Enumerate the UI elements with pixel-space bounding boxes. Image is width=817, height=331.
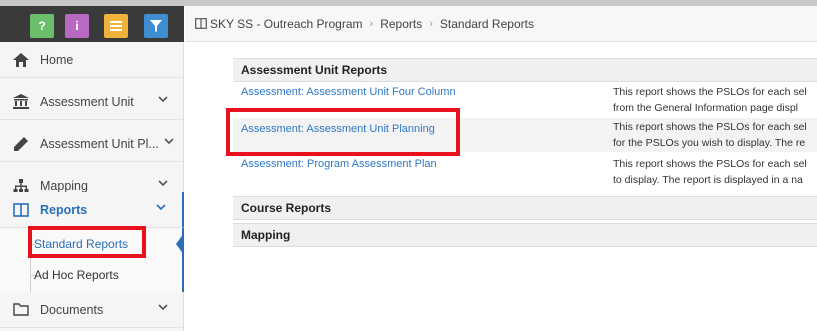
report-link-program-assessment-plan[interactable]: Assessment: Program Assessment Plan bbox=[241, 158, 437, 170]
sitemap-icon bbox=[12, 178, 30, 193]
book-icon bbox=[12, 202, 30, 217]
chevron-down-icon bbox=[164, 138, 174, 145]
breadcrumb: SKY SS - Outreach Program › Reports › St… bbox=[185, 6, 817, 42]
list-button[interactable] bbox=[104, 14, 128, 38]
report-link-four-column[interactable]: Assessment: Assessment Unit Four Column bbox=[241, 86, 456, 98]
highlight-box bbox=[226, 108, 460, 156]
sidebar-item-label: Mapping bbox=[40, 178, 88, 193]
filter-icon bbox=[150, 20, 162, 32]
pencil-icon bbox=[12, 136, 30, 151]
help-button[interactable]: ? bbox=[30, 14, 54, 38]
sidebar-item-label: Home bbox=[40, 52, 74, 67]
section-mapping[interactable]: Mapping bbox=[233, 223, 817, 247]
sidebar-item-assessment-unit-planning[interactable]: Assessment Unit Pl... bbox=[0, 126, 184, 162]
list-icon bbox=[110, 21, 122, 31]
sidebar-item-reports[interactable]: Reports bbox=[0, 192, 184, 228]
sidebar-item-label: Assessment Unit Pl... bbox=[40, 136, 159, 151]
quick-actions-bar: ? i bbox=[0, 6, 184, 42]
filter-button[interactable] bbox=[144, 14, 168, 38]
sidebar-item-label: Assessment Unit bbox=[40, 94, 134, 109]
report-description: This report shows the PSLOs for each sel… bbox=[613, 84, 817, 116]
highlight-box bbox=[28, 226, 146, 258]
submenu-item-ad-hoc-reports[interactable]: Ad Hoc Reports bbox=[34, 268, 119, 282]
sidebar-item-label: Documents bbox=[40, 302, 104, 317]
sidebar-item-home[interactable]: Home bbox=[0, 42, 184, 78]
description-line: This report shows the PSLOs for each sel bbox=[613, 158, 807, 170]
chevron-down-icon bbox=[158, 304, 168, 311]
chevron-down-icon bbox=[158, 180, 168, 187]
breadcrumb-root[interactable]: SKY SS - Outreach Program bbox=[210, 17, 363, 31]
chevron-down-icon bbox=[158, 96, 168, 103]
section-assessment-unit-reports: Assessment Unit Reports bbox=[233, 58, 817, 82]
description-line: from the General Information page displ bbox=[613, 102, 799, 114]
active-indicator bbox=[176, 233, 184, 255]
book-icon bbox=[195, 18, 207, 29]
breadcrumb-current: Standard Reports bbox=[439, 16, 534, 31]
description-line: This report shows the PSLOs for each sel bbox=[613, 86, 807, 98]
report-row: Assessment: Program Assessment Plan This… bbox=[233, 156, 817, 186]
section-course-reports[interactable]: Course Reports bbox=[233, 196, 817, 220]
home-icon bbox=[12, 52, 30, 67]
chevron-right-icon: › bbox=[369, 17, 374, 30]
chevron-right-icon: › bbox=[429, 17, 433, 30]
folder-icon bbox=[12, 303, 30, 316]
report-description: This report shows the PSLOs for each sel… bbox=[613, 156, 817, 188]
institution-icon bbox=[12, 94, 30, 109]
description-line: This report shows the PSLOs for each sel bbox=[613, 121, 807, 133]
sidebar-item-label: Reports bbox=[40, 202, 88, 217]
breadcrumb-reports[interactable]: Reports bbox=[380, 17, 422, 31]
sidebar-item-assessment-unit[interactable]: Assessment Unit bbox=[0, 84, 184, 120]
chevron-down-icon bbox=[156, 204, 166, 211]
description-line: to display. The report is displayed in a… bbox=[613, 174, 803, 186]
sidebar-item-documents[interactable]: Documents bbox=[0, 292, 184, 328]
info-button[interactable]: i bbox=[65, 14, 89, 38]
description-line: for the PSLOs you wish to display. The r… bbox=[613, 137, 806, 149]
report-description: This report shows the PSLOs for each sel… bbox=[613, 119, 817, 151]
